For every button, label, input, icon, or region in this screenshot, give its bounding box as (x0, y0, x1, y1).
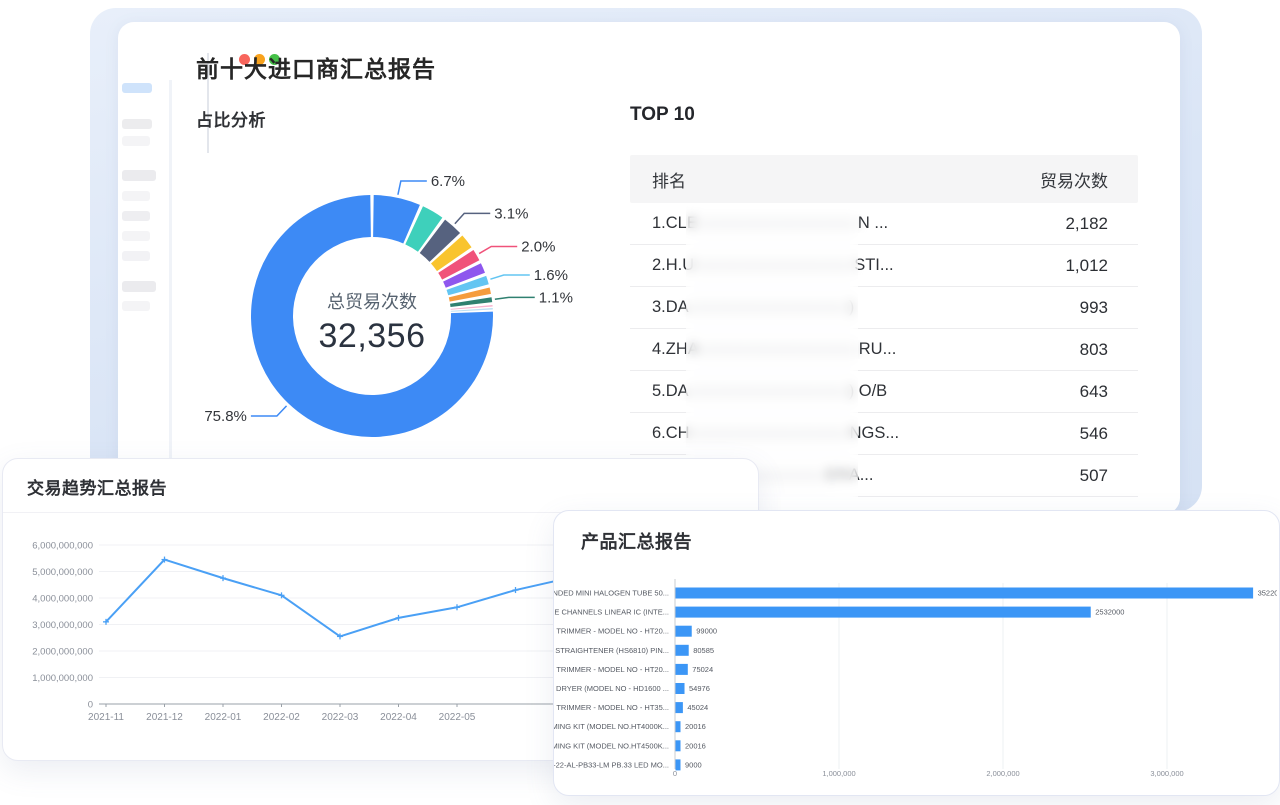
x-axis-tick-label: 2022-01 (205, 712, 242, 723)
bar-7[interactable] (676, 702, 683, 713)
table-header: 排名 贸易次数 (630, 155, 1138, 203)
trade-count-value: 993 (1080, 298, 1108, 318)
skeleton-bar[interactable] (122, 231, 150, 241)
bar-value-label: 80585 (693, 646, 714, 655)
bar-1[interactable] (676, 588, 1254, 599)
skeleton-bar[interactable] (122, 136, 150, 146)
donut-percent-label: 3.1% (494, 205, 528, 222)
x-axis-tick-label: 2022-05 (439, 712, 476, 723)
bar-value-label: 9000 (685, 760, 702, 769)
product-card-title: 产品汇总报告 (581, 528, 692, 554)
donut-percent-label: 1.6% (534, 267, 568, 284)
skeleton-bar[interactable] (122, 119, 152, 129)
bar-2[interactable] (676, 607, 1091, 618)
x-axis-tick-label: 2022-03 (322, 712, 359, 723)
skeleton-bar[interactable] (122, 301, 150, 311)
donut-label-line (490, 275, 529, 279)
skeleton-bar[interactable] (122, 251, 150, 261)
y-axis-tick-label: 3,000,000,000 (32, 620, 93, 631)
bar-value-label: 2532000 (1095, 608, 1124, 617)
donut-label-line (479, 247, 517, 254)
skeleton-bar[interactable] (122, 211, 150, 221)
bar-10[interactable] (676, 759, 681, 770)
y-axis-tick-label: 1,000,000,000 (32, 673, 93, 684)
donut-center-label: 总贸易次数 (327, 292, 417, 312)
trade-count-value: 546 (1080, 424, 1108, 444)
skeleton-bar[interactable] (122, 281, 156, 292)
bar-4[interactable] (676, 645, 689, 656)
donut-percent-label: 6.7% (431, 173, 465, 190)
donut-center-value: 32,356 (319, 317, 426, 355)
bar-category-label: HRE-22-AL-PB33-LM PB.33 LED MO... (554, 760, 669, 769)
donut-chart: 6.7% 3.1% 2.0% 1.6% 1.1% 75.8% 总贸易次数 32,356 (186, 140, 606, 460)
trade-count-value: 507 (1080, 466, 1108, 486)
donut-label-line (495, 297, 535, 299)
donut-percent-label: 1.1% (539, 289, 573, 306)
trade-count-value: 803 (1080, 340, 1108, 360)
donut-percent-label: 75.8% (204, 408, 247, 425)
bar-category-label: THREE CHANNELS LINEAR IC (INTE... (554, 608, 669, 617)
trend-data-point[interactable] (396, 615, 402, 621)
y-axis-tick-label: 0 (88, 700, 93, 711)
top10-section-label: TOP 10 (630, 104, 695, 126)
y-axis-tick-label: 6,000,000,000 (32, 541, 93, 552)
column-header-trade-count: 贸易次数 (1040, 167, 1108, 192)
bar-category-label: HAIR TRIMMER - MODEL NO - HT20... (554, 665, 669, 674)
bar-value-label: 75024 (692, 665, 713, 674)
trend-data-point[interactable] (220, 575, 226, 581)
trade-count-value: 1,012 (1065, 256, 1108, 276)
skeleton-bar[interactable] (122, 191, 150, 201)
page: 前十大进口商汇总报告 占比分析 TOP 10 6.7% 3.1% 2.0% 1.6% 1… (0, 0, 1280, 805)
bar-category-label: HAIR TRIMMER - MODEL NO - HT35... (554, 703, 669, 712)
bar-value-label: 54976 (689, 684, 710, 693)
trend-card-title: 交易趋势汇总报告 (27, 474, 167, 499)
bar-5[interactable] (676, 664, 688, 675)
y-axis-tick-label: 2,000,000,000 (32, 647, 93, 658)
donut-label-line (455, 213, 490, 223)
bar-category-label: GROOMING KIT (MODEL NO.HT4000K... (554, 722, 669, 731)
bar-6[interactable] (676, 683, 685, 694)
sidebar-divider (169, 80, 172, 520)
bar-value-label: 99000 (696, 627, 717, 636)
x-axis-tick-label: 2021-11 (88, 712, 124, 723)
x-axis-tick-label: 2021-12 (146, 712, 183, 723)
trend-data-point[interactable] (454, 604, 460, 610)
y-axis-tick-label: 4,000,000,000 (32, 594, 93, 605)
bar-value-label: 3522000 (1258, 589, 1277, 598)
x-axis-tick-label: 3,000,000 (1150, 769, 1183, 778)
bar-3[interactable] (676, 626, 692, 637)
bar-9[interactable] (676, 740, 681, 751)
bar-8[interactable] (676, 721, 681, 732)
donut-percent-label: 2.0% (521, 239, 555, 256)
bar-category-label: GROOMING KIT (MODEL NO.HT4500K... (554, 741, 669, 750)
trade-count-value: 2,182 (1065, 214, 1108, 234)
report-window: 前十大进口商汇总报告 占比分析 TOP 10 6.7% 3.1% 2.0% 1.6% 1… (118, 22, 1180, 514)
column-header-rank: 排名 (652, 167, 686, 192)
y-axis-tick-label: 5,000,000,000 (32, 567, 93, 578)
bar-value-label: 45024 (687, 703, 708, 712)
product-bar-chart: 01,000,0002,000,0003,000,000UNBRANDED MI… (554, 567, 1277, 789)
bar-category-label: HAIR DRYER (MODEL NO - HD1600 ... (554, 684, 669, 693)
skeleton-bar[interactable] (122, 170, 156, 181)
trend-data-point[interactable] (513, 587, 519, 593)
trade-count-value: 643 (1080, 382, 1108, 402)
donut-section-label: 占比分析 (196, 106, 266, 131)
bar-category-label: HAIR TRIMMER - MODEL NO - HT20... (554, 627, 669, 636)
page-title: 前十大进口商汇总报告 (196, 50, 436, 84)
x-axis-tick-label: 2,000,000 (986, 769, 1019, 778)
bar-value-label: 20016 (685, 722, 706, 731)
donut-label-line (251, 406, 287, 416)
x-axis-tick-label: 2022-02 (263, 712, 300, 723)
x-axis-tick-label: 1,000,000 (822, 769, 855, 778)
product-report-card: 产品汇总报告 01,000,0002,000,0003,000,000UNBRA… (553, 510, 1280, 796)
x-axis-tick-label: 2022-04 (380, 712, 417, 723)
skeleton-bar-active[interactable] (122, 83, 152, 93)
bar-category-label: UNBRANDED MINI HALOGEN TUBE 50... (554, 589, 669, 598)
donut-label-line (398, 181, 427, 195)
bar-category-label: HAIR STRAIGHTENER (HS6810) PIN... (554, 646, 669, 655)
bar-value-label: 20016 (685, 741, 706, 750)
